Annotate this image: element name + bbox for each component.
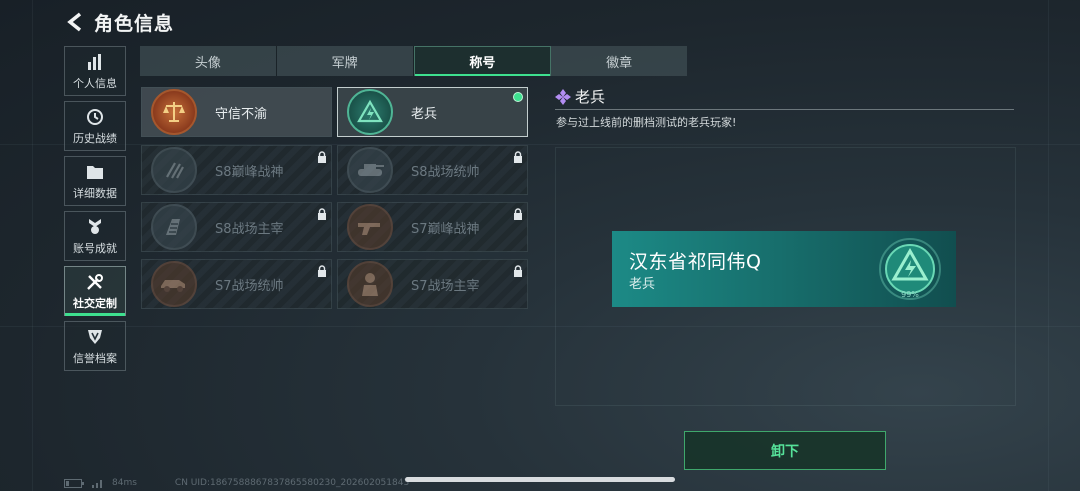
- emblem-percent: 99%: [901, 290, 919, 299]
- purple-diamond-icon: [555, 88, 571, 105]
- sidebar-item-achievements[interactable]: 账号成就: [64, 211, 126, 261]
- title-preview-card: 汉东省祁同伟Q 老兵 99%: [612, 231, 956, 307]
- vehicle-emblem-icon: [151, 261, 197, 307]
- sidebar-item-history[interactable]: 历史战绩: [64, 101, 126, 151]
- bg-grid-line: [1048, 0, 1049, 491]
- title-card-name: S7巅峰战神: [411, 221, 480, 237]
- title-card-name: 守信不渝: [215, 106, 268, 122]
- scales-emblem-icon: [151, 89, 197, 135]
- sidebar-item-reputation[interactable]: 信誉档案: [64, 321, 126, 371]
- title-card-locked[interactable]: S7战场主宰: [337, 259, 528, 309]
- status-footer: 84ms CN UID:1867588867837865580230_20260…: [64, 478, 409, 488]
- shield-badge-icon: [85, 327, 105, 347]
- lock-icon: [318, 151, 326, 163]
- divider: [555, 109, 1014, 110]
- tank-emblem-icon: [347, 147, 393, 193]
- tab-badge[interactable]: 徽章: [551, 46, 687, 76]
- bar-chart-icon: [85, 52, 105, 72]
- unequip-button[interactable]: 卸下: [684, 431, 886, 470]
- title-card[interactable]: 守信不渝: [141, 87, 332, 137]
- title-card-name: S7战场统帅: [215, 278, 284, 294]
- selected-indicator: [513, 92, 523, 102]
- sidebar-item-label: 个人信息: [73, 76, 117, 90]
- header: 角色信息: [64, 8, 174, 36]
- tools-icon: [85, 272, 105, 292]
- slash-emblem-icon: [151, 147, 197, 193]
- tab-dog-tag[interactable]: 军牌: [277, 46, 414, 76]
- preview-title: 老兵: [629, 277, 656, 292]
- back-arrow-icon[interactable]: [64, 11, 86, 33]
- tab-title[interactable]: 称号: [413, 46, 552, 76]
- uid-text: CN UID:1867588867837865580230_2026020518…: [174, 478, 410, 488]
- title-card-name: S8战场主宰: [215, 221, 284, 237]
- home-indicator[interactable]: [405, 477, 675, 482]
- title-card-selected[interactable]: 老兵: [337, 87, 528, 137]
- sidebar-item-social-custom[interactable]: 社交定制: [64, 266, 126, 316]
- folder-icon: [85, 162, 105, 182]
- bg-grid-line: [32, 0, 33, 491]
- tab-avatar[interactable]: 头像: [140, 46, 277, 76]
- tab-bar: 头像 军牌 称号 徽章: [140, 46, 687, 76]
- lock-icon: [514, 265, 522, 277]
- sidebar-item-label: 历史战绩: [73, 131, 117, 145]
- medal-icon: [85, 217, 105, 237]
- veteran-emblem-icon: [347, 89, 393, 135]
- lock-icon: [318, 265, 326, 277]
- detail-description: 参与过上线前的删档测试的老兵玩家!: [556, 116, 737, 129]
- title-card-locked[interactable]: S7巅峰战神: [337, 202, 528, 252]
- title-card-name: 老兵: [411, 106, 438, 122]
- soldier-emblem-icon: [347, 261, 393, 307]
- page-title: 角色信息: [94, 12, 175, 35]
- signal-icon: [92, 479, 102, 488]
- title-card-locked[interactable]: S8战场统帅: [337, 145, 528, 195]
- title-card-locked[interactable]: S7战场统帅: [141, 259, 332, 309]
- title-card-locked[interactable]: S8巅峰战神: [141, 145, 332, 195]
- title-card-name: S8战场统帅: [411, 164, 480, 180]
- lock-icon: [318, 208, 326, 220]
- building-emblem-icon: [151, 204, 197, 250]
- sidebar-item-label: 信誉档案: [73, 351, 117, 365]
- lock-icon: [514, 151, 522, 163]
- detail-header: 老兵: [555, 86, 605, 107]
- battery-icon: [64, 478, 84, 488]
- sidebar-item-label: 社交定制: [73, 296, 117, 310]
- title-card-name: S7战场主宰: [411, 278, 480, 294]
- preview-player-name: 汉东省祁同伟Q: [629, 251, 762, 273]
- veteran-emblem-icon: 99%: [879, 238, 941, 300]
- gun-emblem-icon: [347, 204, 393, 250]
- detail-title-name: 老兵: [575, 88, 606, 106]
- title-card-locked[interactable]: S8战场主宰: [141, 202, 332, 252]
- lock-icon: [514, 208, 522, 220]
- sidebar-item-detailed-data[interactable]: 详细数据: [64, 156, 126, 206]
- sidebar-item-personal-info[interactable]: 个人信息: [64, 46, 126, 96]
- sidebar-item-label: 详细数据: [73, 186, 117, 200]
- title-card-name: S8巅峰战神: [215, 164, 284, 180]
- sidebar-item-label: 账号成就: [73, 241, 117, 255]
- ping-text: 84ms: [112, 478, 137, 488]
- clock-history-icon: [85, 107, 105, 127]
